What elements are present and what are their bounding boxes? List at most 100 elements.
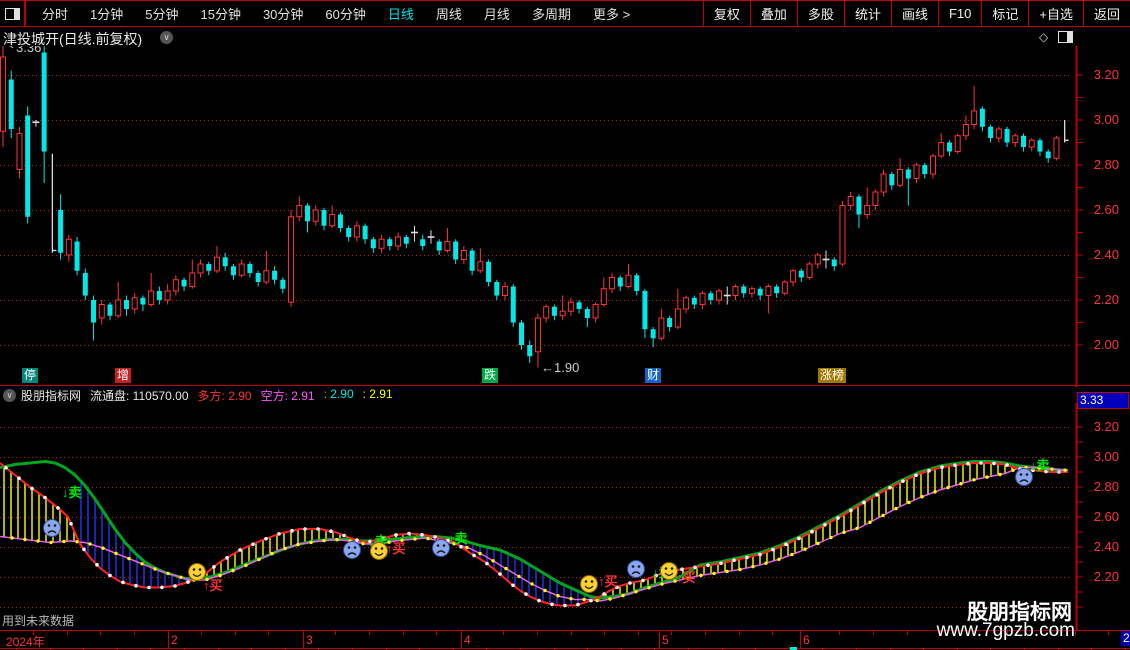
price-axis-label: 3.00 [1094, 112, 1119, 127]
axis-tick [839, 631, 840, 635]
axis-tick [436, 631, 437, 635]
chart-canvas: 3.20 3.00 2.80 2.60 2.40 2.20 2.00 3.20 3.00 2.80… [0, 28, 1130, 647]
axis-tick [33, 631, 34, 635]
sad-face-icon [343, 541, 361, 559]
chart-title: 津投城开(日线.前复权) [3, 31, 143, 47]
indicator-header: ∨ 股朋指标网 流通盘: 110570.00 多方: 2.90 空方: 2.91: 2… [0, 387, 1130, 403]
toolbar-button[interactable]: 画线 [890, 1, 938, 26]
axis-tick [638, 631, 639, 635]
indicator-value-label: 多方: 2.90 [197, 388, 252, 403]
price-axis-label: 2.20 [1094, 569, 1119, 584]
timeframe-tab[interactable]: 60分钟 [314, 4, 376, 23]
axis-tick [268, 631, 269, 635]
toolbar-button[interactable]: 返回 [1082, 1, 1130, 26]
axis-tick [503, 631, 504, 635]
indicator-values: 股朋指标网 流通盘: 110570.00 多方: 2.90 空方: 2.91: 2.9… [21, 387, 402, 404]
chevron-down-icon[interactable]: ∨ [3, 388, 16, 402]
axis-tick [537, 631, 538, 635]
candlestick-chart [0, 39, 1069, 368]
month-label: 2 [171, 633, 178, 647]
indicator-value-label: 空方: 2.91 [260, 388, 315, 403]
right-toolbar: 复权 叠加 多股 统计 画线 F10 标记 +自选 返回 [702, 1, 1130, 26]
axis-tick [134, 631, 135, 635]
price-axis-label: 2.60 [1094, 202, 1119, 217]
toolbar-button[interactable]: 统计 [843, 1, 891, 26]
event-badge[interactable]: 涨榜 [818, 368, 847, 383]
toolbar-button[interactable]: F10 [937, 1, 981, 26]
timeframe-tab[interactable]: 日线 [377, 4, 425, 23]
timeframe-tabs: 分时 1分钟 5分钟 15分钟 30分钟 60分钟 日线 周线 月线 多周期 更多 > [25, 4, 641, 23]
last-price-box: 3.33 [1077, 392, 1129, 409]
month-label: 4 [464, 633, 471, 647]
month-label: 3 [306, 633, 313, 647]
timeframe-tab[interactable]: 15分钟 [189, 4, 251, 23]
axis-tick [1108, 631, 1109, 635]
smiley-face-icon [188, 563, 206, 581]
layout-button[interactable] [0, 0, 26, 27]
axis-tick [235, 631, 236, 635]
low-price-annotation: ←1.90 [541, 360, 579, 375]
axis-tick [772, 631, 773, 635]
smiley-face-icon [580, 575, 598, 593]
toolbar-button[interactable]: 复权 [702, 1, 750, 26]
current-day-box: 20 [1121, 631, 1130, 646]
toolbar-button[interactable]: 多股 [796, 1, 844, 26]
sell-signal-label: ↓卖 [62, 485, 82, 500]
axis-tick [604, 631, 605, 635]
timeframe-tab[interactable]: 周线 [425, 4, 473, 23]
split-pane-icon[interactable] [1058, 31, 1073, 43]
top-toolbar: 分时 1分钟 5分钟 15分钟 30分钟 60分钟 日线 周线 月线 多周期 更多 > 复权 叠加 多股… [0, 0, 1130, 27]
price-axis-label: 2.80 [1094, 157, 1119, 172]
month-separator [461, 631, 462, 648]
buy-signal-label: ↑买 [676, 570, 696, 585]
future-data-warning: 用到未来数据 [2, 614, 75, 628]
toolbar-button[interactable]: 叠加 [749, 1, 797, 26]
event-badge[interactable]: 财 [645, 368, 662, 383]
price-axis-label: 2.60 [1094, 509, 1119, 524]
axis-tick [739, 631, 740, 635]
event-badge[interactable]: 增 [115, 368, 132, 383]
axis-tick [369, 631, 370, 635]
price-axis-label: 2.20 [1094, 292, 1119, 307]
month-label: 6 [803, 633, 810, 647]
axis-tick [67, 631, 68, 635]
price-axis-label: 2.40 [1094, 247, 1119, 262]
toolbar-button[interactable]: +自选 [1028, 1, 1083, 26]
month-label: 5 [662, 633, 669, 647]
toolbar-button[interactable]: 标记 [981, 1, 1028, 26]
axis-tick [671, 631, 672, 635]
timeframe-tab[interactable]: 更多 > [582, 4, 641, 23]
timeframe-tab[interactable]: 分时 [31, 4, 79, 23]
sad-face-icon [1015, 468, 1033, 486]
price-axis-label: 2.80 [1094, 479, 1119, 494]
axis-tick [100, 631, 101, 635]
sell-signal-label: ↓卖 [1030, 458, 1050, 473]
timeframe-tab[interactable]: 5分钟 [134, 4, 189, 23]
price-axis-label: 2.40 [1094, 539, 1119, 554]
event-badge[interactable]: 停 [22, 368, 39, 383]
indicator-value-label: 流通盘: 110570.00 [90, 388, 189, 403]
month-separator [659, 631, 660, 648]
title-row: 津投城开(日线.前复权) ∨ ◇ [0, 28, 1130, 47]
timeframe-tab[interactable]: 月线 [473, 4, 521, 23]
event-badge[interactable]: 跌 [482, 368, 499, 383]
axis-tick [873, 631, 874, 635]
sad-face-icon [43, 519, 61, 537]
smiley-face-icon [660, 562, 678, 580]
indicator-value-label: 股朋指标网 [21, 388, 82, 403]
indicator-chart: ↓卖↓卖↓卖↓卖↓卖↑买↑买↑买↑买 [0, 458, 1069, 608]
watermark-url: www.7gpzb.com [936, 620, 1075, 641]
buy-signal-label: ↑买 [598, 574, 618, 589]
diamond-icon[interactable]: ◇ [1039, 30, 1048, 44]
timeframe-tab[interactable]: 1分钟 [79, 4, 134, 23]
timeframe-tab[interactable]: 多周期 [521, 4, 582, 23]
month-separator [303, 631, 304, 648]
sell-signal-label: ↓卖 [448, 531, 468, 546]
chevron-down-icon[interactable]: ∨ [160, 31, 173, 44]
timeframe-tab[interactable]: 30分钟 [252, 4, 314, 23]
axis-tick [201, 631, 202, 635]
buy-signal-label: ↑买 [203, 578, 223, 593]
axis-tick [335, 631, 336, 635]
price-axis-label: 3.00 [1094, 449, 1119, 464]
split-pane-icon [4, 7, 20, 20]
